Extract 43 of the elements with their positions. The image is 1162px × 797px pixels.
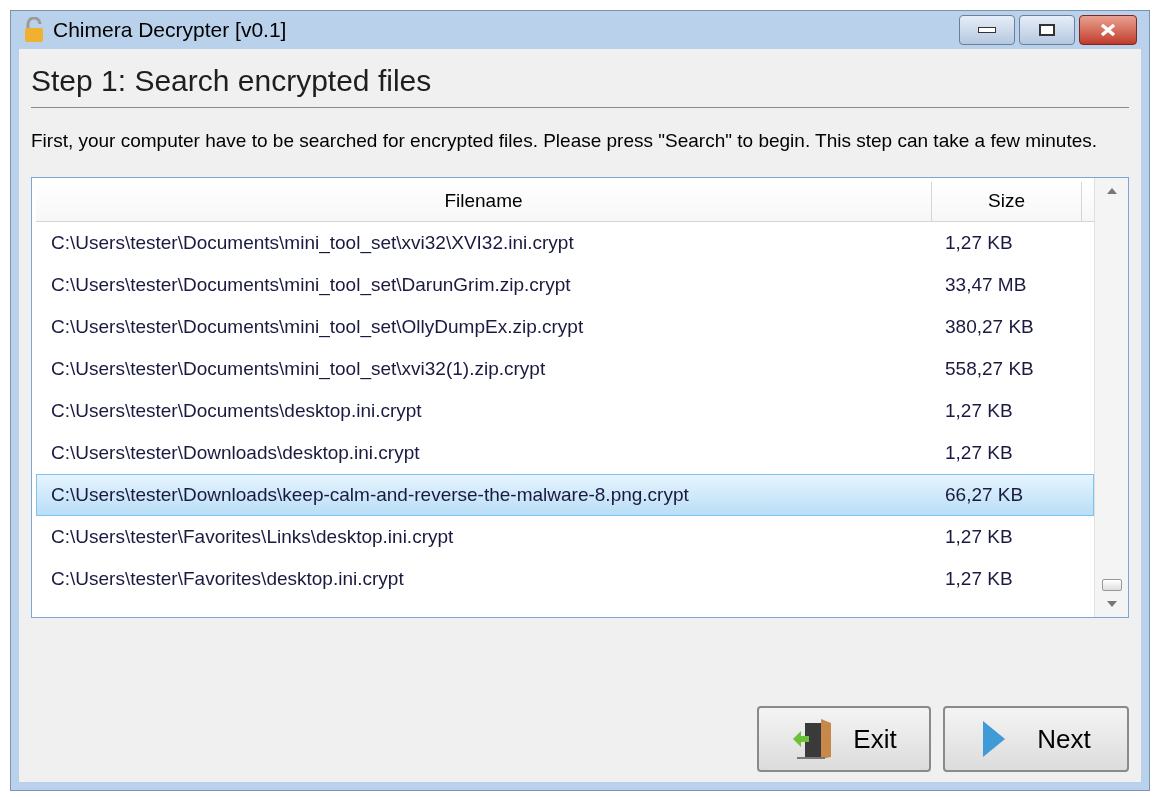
size-cell-text: 66,27 KB <box>944 482 1024 507</box>
next-button[interactable]: Next <box>943 706 1129 772</box>
file-row[interactable]: C:\Users\tester\Downloads\desktop.ini.crypt 1,27 KB <box>36 432 1094 474</box>
scroll-up-icon <box>1106 188 1117 194</box>
filename-cell-text: C:\Users\tester\Favorites\desktop.ini.crypt <box>50 566 405 591</box>
close-button[interactable] <box>1079 15 1137 45</box>
file-row[interactable]: C:\Users\tester\Downloads\keep-calm-and-reverse-the-malware-8.png.crypt 66,27 KB <box>36 474 1094 516</box>
window-title: Chimera Decrypter [v0.1] <box>53 17 287 44</box>
size-cell-text: 1,27 KB <box>944 524 1013 549</box>
filename-cell-text: C:\Users\tester\Favorites\Links\desktop.ini.crypt <box>50 524 455 549</box>
file-row[interactable]: C:\Users\tester\Favorites\desktop.ini.crypt 1,27 KB <box>36 558 1094 600</box>
file-row[interactable]: C:\Users\tester\Documents\desktop.ini.crypt 1,27 KB <box>36 390 1094 432</box>
scrollbar[interactable] <box>1094 178 1128 617</box>
exit-button[interactable]: Exit <box>757 706 931 772</box>
filename-cell-text: C:\Users\tester\Documents\mini_tool_set\xvi32\XVI32.ini.crypt <box>50 230 575 256</box>
file-row[interactable]: C:\Users\tester\Documents\mini_tool_set\DarunGrim.zip.crypt 33,47 MB <box>36 264 1094 306</box>
step-heading: Step 1: Search encrypted files <box>31 61 1129 108</box>
scroll-down-icon <box>1106 601 1117 607</box>
size-cell-text: 1,27 KB <box>944 398 1013 423</box>
minimize-button[interactable] <box>959 15 1015 45</box>
size-cell-text: 33,47 MB <box>944 272 1027 297</box>
scroll-thumb[interactable] <box>1101 579 1122 591</box>
filename-cell-text: C:\Users\tester\Downloads\desktop.ini.crypt <box>50 440 421 465</box>
filename-cell-text: C:\Users\tester\Downloads\keep-calm-and-reverse-the-malware-8.png.crypt <box>50 482 690 507</box>
size-cell-text: 1,27 KB <box>944 566 1013 591</box>
file-row[interactable]: C:\Users\tester\Favorites\Links\desktop.ini.crypt 1,27 KB <box>36 516 1094 558</box>
size-cell-text: 1,27 KB <box>944 440 1013 465</box>
size-cell-text: 1,27 KB <box>944 230 1013 255</box>
step-description: First, your computer have to be searched for encrypted files. Please press "Search" to begin. This step can take a few minutes. <box>31 129 1099 153</box>
filename-cell-text: C:\Users\tester\Documents\mini_tool_set\DarunGrim.zip.crypt <box>50 272 572 298</box>
maximize-button[interactable] <box>1019 15 1075 45</box>
file-row[interactable]: C:\Users\tester\Documents\mini_tool_set\OllyDumpEx.zip.crypt 380,27 KB <box>36 306 1094 348</box>
file-row[interactable]: C:\Users\tester\Documents\mini_tool_set\xvi32(1).zip.crypt 558,27 KB <box>36 348 1094 390</box>
filename-cell-text: C:\Users\tester\Documents\desktop.ini.crypt <box>50 398 423 423</box>
padlock-icon <box>23 17 45 43</box>
column-header[interactable]: Filename <box>36 182 932 221</box>
close-icon <box>1099 23 1117 37</box>
filename-cell-text: C:\Users\tester\Documents\mini_tool_set\xvi32(1).zip.crypt <box>50 356 547 382</box>
size-cell-text: 558,27 KB <box>944 356 1034 381</box>
size-cell-text: 380,27 KB <box>944 314 1034 339</box>
filename-cell-text: C:\Users\tester\Documents\mini_tool_set\OllyDumpEx.zip.crypt <box>50 314 585 340</box>
file-row[interactable]: C:\Users\tester\Documents\mini_tool_set\xvi32\XVI32.ini.crypt 1,27 KB <box>36 222 1094 264</box>
column-header[interactable]: Size <box>932 182 1082 221</box>
